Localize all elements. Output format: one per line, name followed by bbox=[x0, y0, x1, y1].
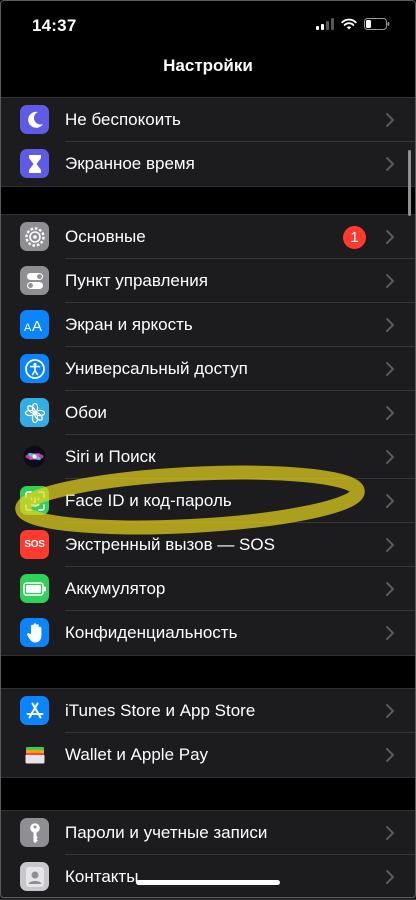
battery-status-icon bbox=[364, 17, 390, 35]
chevron-right-icon bbox=[386, 826, 394, 845]
settings-row-label: Экстренный вызов — SOS bbox=[65, 535, 275, 554]
chevron-right-icon bbox=[386, 230, 394, 249]
status-icons bbox=[316, 17, 390, 35]
settings-row-label: Конфиденциальность bbox=[65, 623, 238, 642]
chevron-right-icon bbox=[386, 450, 394, 469]
contacts-icon bbox=[20, 862, 49, 891]
settings-group: Пароли и учетные записи Контакты bbox=[0, 810, 416, 900]
settings-row-label: iTunes Store и App Store bbox=[65, 701, 256, 720]
sos-icon-text: SOS bbox=[24, 539, 45, 550]
chevron-right-icon bbox=[386, 113, 394, 132]
sos-icon: SOS bbox=[20, 530, 49, 559]
status-time: 14:37 bbox=[32, 16, 77, 35]
settings-row-label: Универсальный доступ bbox=[65, 359, 248, 378]
svg-text:A: A bbox=[32, 318, 42, 334]
chevron-right-icon bbox=[386, 748, 394, 767]
settings-row-label: Wallet и Apple Pay bbox=[65, 745, 209, 764]
siri-icon bbox=[20, 442, 49, 471]
settings-row-accessibility[interactable]: Универсальный доступ bbox=[0, 347, 416, 391]
chevron-right-icon bbox=[386, 704, 394, 723]
battery-icon bbox=[20, 574, 49, 603]
settings-row-sos[interactable]: SOS Экстренный вызов — SOS bbox=[0, 523, 416, 567]
chevron-right-icon bbox=[386, 494, 394, 513]
settings-group: iTunes Store и App Store Wallet и Apple P… bbox=[0, 688, 416, 778]
settings-row-toggles[interactable]: Пункт управления bbox=[0, 259, 416, 303]
settings-row-label: Пароли и учетные записи bbox=[65, 823, 268, 842]
hand-icon bbox=[20, 618, 49, 647]
notification-badge: 1 bbox=[343, 226, 366, 249]
chevron-right-icon bbox=[386, 318, 394, 337]
settings-row-wallet[interactable]: Wallet и Apple Pay bbox=[0, 733, 416, 777]
signal-icon bbox=[316, 17, 334, 35]
home-indicator[interactable] bbox=[136, 880, 280, 885]
settings-group: Не беспокоить Экранное время bbox=[0, 97, 416, 187]
accessibility-icon bbox=[20, 354, 49, 383]
settings-row-text-size[interactable]: A A Экран и яркость bbox=[0, 303, 416, 347]
chevron-right-icon bbox=[386, 274, 394, 293]
page-title: Настройки bbox=[163, 56, 253, 75]
wifi-icon bbox=[341, 17, 357, 35]
settings-row-label: Аккумулятор bbox=[65, 579, 166, 598]
settings-row-gear[interactable]: Основные 1 bbox=[0, 215, 416, 259]
settings-row-face-id[interactable]: Face ID и код-пароль bbox=[0, 479, 416, 523]
chevron-right-icon bbox=[386, 362, 394, 381]
settings-row-label: Siri и Поиск bbox=[65, 447, 156, 466]
settings-row-label: Контакты bbox=[65, 867, 139, 886]
settings-row-flower[interactable]: Обои bbox=[0, 391, 416, 435]
settings-row-label: Обои bbox=[65, 403, 107, 422]
settings-row-moon[interactable]: Не беспокоить bbox=[0, 98, 416, 142]
gear-icon bbox=[20, 222, 49, 251]
chevron-right-icon bbox=[386, 870, 394, 889]
settings-row-label: Не беспокоить bbox=[65, 110, 181, 129]
chevron-right-icon bbox=[386, 582, 394, 601]
key-icon bbox=[20, 818, 49, 847]
hourglass-icon bbox=[20, 149, 49, 178]
settings-row-battery[interactable]: Аккумулятор bbox=[0, 567, 416, 611]
face-id-icon bbox=[20, 486, 49, 515]
settings-row-hand[interactable]: Конфиденциальность bbox=[0, 611, 416, 655]
settings-row-label: Пункт управления bbox=[65, 271, 208, 290]
settings-row-label: Экран и яркость bbox=[65, 315, 193, 334]
chevron-right-icon bbox=[386, 157, 394, 176]
text-size-icon: AA bbox=[20, 310, 49, 339]
wallet-icon bbox=[20, 740, 49, 769]
settings-group: Основные 1 Пункт управления A A Экран и яркос… bbox=[0, 214, 416, 656]
app-store-icon bbox=[20, 696, 49, 725]
svg-text:A: A bbox=[24, 322, 32, 334]
settings-row-label: Основные bbox=[65, 227, 146, 246]
status-bar: 14:37 bbox=[0, 0, 416, 48]
chevron-right-icon bbox=[386, 406, 394, 425]
settings-row-contacts[interactable]: Контакты bbox=[0, 855, 416, 899]
settings-row-key[interactable]: Пароли и учетные записи bbox=[0, 811, 416, 855]
settings-row-label: Экранное время bbox=[65, 154, 195, 173]
moon-icon bbox=[20, 105, 49, 134]
chevron-right-icon bbox=[386, 626, 394, 645]
settings-row-app-store[interactable]: iTunes Store и App Store bbox=[0, 689, 416, 733]
settings-row-label: Face ID и код-пароль bbox=[65, 491, 232, 510]
scroll-indicator[interactable] bbox=[408, 150, 411, 216]
settings-row-siri[interactable]: Siri и Поиск bbox=[0, 435, 416, 479]
settings-row-hourglass[interactable]: Экранное время bbox=[0, 142, 416, 186]
toggles-icon bbox=[20, 266, 49, 295]
flower-icon bbox=[20, 398, 49, 427]
chevron-right-icon bbox=[386, 538, 394, 557]
